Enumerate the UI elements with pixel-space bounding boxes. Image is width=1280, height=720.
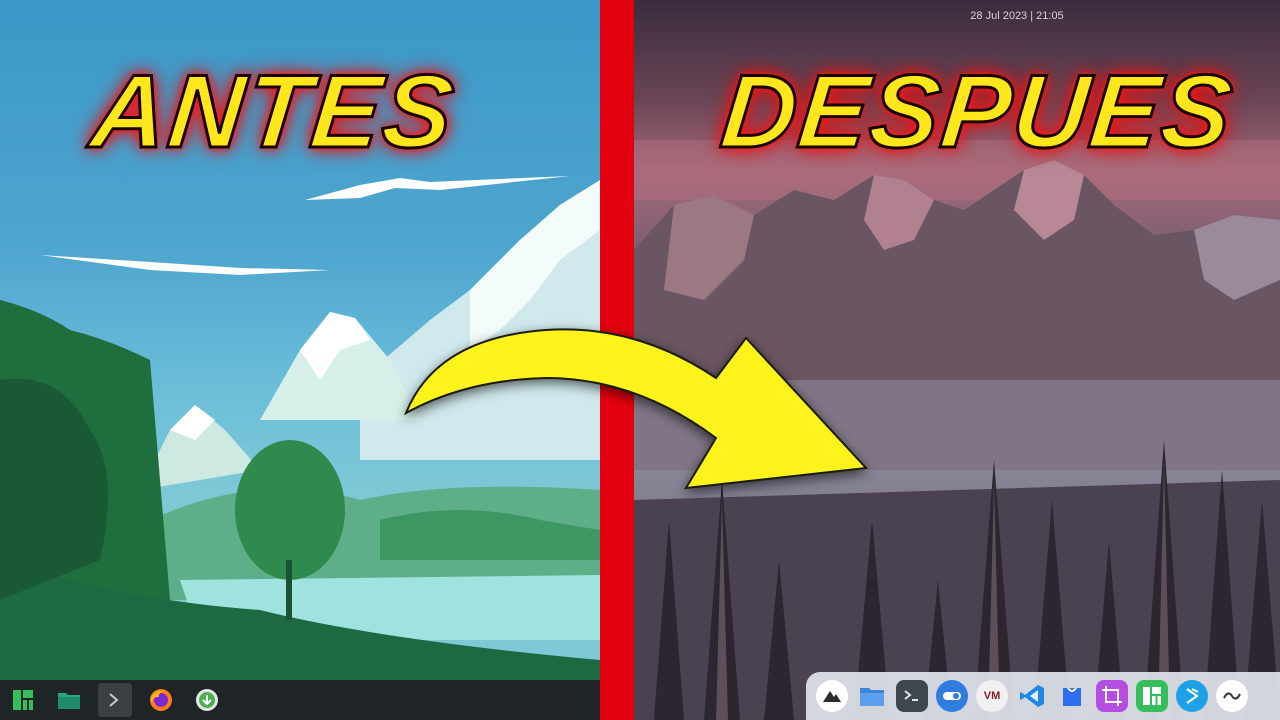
- before-taskbar: [0, 680, 600, 720]
- screenshot-icon: [1102, 686, 1122, 706]
- toggle-icon: [943, 692, 961, 700]
- clock-datetime[interactable]: 28 Jul 2023 | 21:05: [634, 10, 1280, 22]
- transition-arrow: [404, 328, 869, 490]
- terminal-icon: [109, 693, 119, 707]
- file-manager-button[interactable]: [52, 683, 86, 717]
- after-dock: VM: [806, 672, 1280, 720]
- folder-icon: [860, 688, 884, 706]
- kdeconnect-button[interactable]: [1176, 680, 1208, 712]
- launcher-button[interactable]: [816, 680, 848, 712]
- flow-icon: [1223, 692, 1241, 700]
- manjaro-menu-button[interactable]: [6, 683, 40, 717]
- terminal-icon: [904, 690, 918, 701]
- launcher-icon: [819, 683, 845, 709]
- file-manager-icon: [58, 693, 80, 709]
- folder-button[interactable]: [856, 680, 888, 712]
- firefox-icon: [150, 689, 172, 711]
- title-after: DESPUES: [714, 53, 1240, 172]
- vm-button[interactable]: VM: [976, 680, 1008, 712]
- vm-icon: VM: [983, 690, 1001, 702]
- toggle-button[interactable]: [936, 680, 968, 712]
- terminal-button-dock[interactable]: [896, 680, 928, 712]
- store-button[interactable]: [1056, 680, 1088, 712]
- store-icon: [1063, 687, 1081, 706]
- screenshot-button[interactable]: [1096, 680, 1128, 712]
- manjaro-icon: [1143, 687, 1161, 705]
- manjaro-menu-icon: [13, 690, 33, 710]
- download-icon: [196, 689, 218, 711]
- terminal-button[interactable]: [98, 683, 132, 717]
- kdeconnect-icon: [1186, 688, 1199, 704]
- firefox-button[interactable]: [144, 683, 178, 717]
- download-button[interactable]: [190, 683, 224, 717]
- vscode-button[interactable]: [1016, 680, 1048, 712]
- title-before: ANTES: [84, 53, 462, 172]
- flow-button[interactable]: [1216, 680, 1248, 712]
- vscode-icon: [1020, 685, 1044, 707]
- manjaro-button[interactable]: [1136, 680, 1168, 712]
